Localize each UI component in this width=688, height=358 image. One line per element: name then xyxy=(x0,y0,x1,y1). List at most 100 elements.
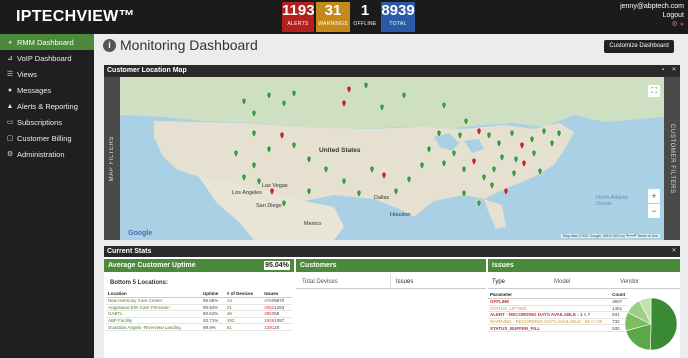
location-pin[interactable] xyxy=(556,129,562,138)
brand-logo[interactable]: IPTECHVIEW™ xyxy=(12,6,135,28)
location-pin[interactable] xyxy=(436,129,442,138)
location-pin[interactable] xyxy=(511,169,517,178)
location-cell[interactable]: Augustana Elm Care Princeton xyxy=(106,304,201,312)
location-pin[interactable] xyxy=(441,159,447,168)
location-pin[interactable] xyxy=(537,167,543,176)
location-pin[interactable] xyxy=(291,141,297,150)
location-pin[interactable] xyxy=(393,187,399,196)
location-cell[interactable]: New Harmony Care Center xyxy=(106,297,201,305)
tab-type[interactable]: Type xyxy=(492,279,505,285)
sidebar-item-administration[interactable]: ⚙ Administration xyxy=(0,146,94,162)
location-pin[interactable] xyxy=(496,139,502,148)
sidebar-item-alerts-reporting[interactable]: ▲ Alerts & Reporting xyxy=(0,98,94,114)
close-icon[interactable]: ✕ xyxy=(670,66,678,74)
settings-icon[interactable]: ⚙ xyxy=(672,21,678,28)
location-pin[interactable] xyxy=(341,99,347,108)
location-pin[interactable] xyxy=(356,189,362,198)
location-pin[interactable] xyxy=(251,129,257,138)
table-row[interactable]: New Harmony Care Center 99.95% 14 47608870 xyxy=(106,297,292,305)
zoom-in-button[interactable]: + xyxy=(648,189,660,203)
table-row[interactable]: Augustana Elm Care Princeton 90.94% 21 3352… xyxy=(106,304,292,312)
zoom-out-button[interactable]: − xyxy=(648,204,660,218)
location-pin[interactable] xyxy=(406,175,412,184)
tab-vendor[interactable]: Vendor xyxy=(620,279,639,285)
location-pin[interactable] xyxy=(457,131,463,140)
location-pin[interactable] xyxy=(256,177,262,186)
location-pin[interactable] xyxy=(401,91,407,100)
table-row[interactable]: STATUS_BUFFER_FILL 530 xyxy=(488,324,628,332)
location-pin[interactable] xyxy=(381,171,387,180)
location-pin[interactable] xyxy=(251,109,257,118)
location-pin[interactable] xyxy=(476,127,482,136)
parameter-cell[interactable]: STATUS_UPTIME xyxy=(488,305,611,313)
location-pin[interactable] xyxy=(341,177,347,186)
customize-dashboard-button[interactable]: Customize Dashboard xyxy=(604,40,674,53)
location-pin[interactable] xyxy=(306,155,312,164)
location-pin[interactable] xyxy=(233,149,239,158)
location-pin[interactable] xyxy=(369,165,375,174)
location-pin[interactable] xyxy=(426,145,432,154)
table-row[interactable]: ABP Facility 20.71% 192 19261057 xyxy=(106,317,292,325)
location-pin[interactable] xyxy=(379,103,385,112)
location-pin[interactable] xyxy=(531,149,537,158)
table-row[interactable]: OFFLINE 3607 xyxy=(488,298,628,306)
location-pin[interactable] xyxy=(489,181,495,190)
sidebar-item-messages[interactable]: ● Messages xyxy=(0,82,94,98)
location-pin[interactable] xyxy=(291,89,297,98)
map-canvas[interactable]: MAP FILTERS CUSTOMER FILTERS United Stat… xyxy=(104,77,680,240)
location-pin[interactable] xyxy=(509,129,515,138)
location-pin[interactable] xyxy=(363,81,369,90)
tab-total-devices[interactable]: Total Devices xyxy=(302,279,338,285)
location-pin[interactable] xyxy=(519,141,525,150)
notification-icon[interactable]: ● xyxy=(680,21,684,28)
location-pin[interactable] xyxy=(461,165,467,174)
location-pin[interactable] xyxy=(266,91,272,100)
location-pin[interactable] xyxy=(281,199,287,208)
location-pin[interactable] xyxy=(513,155,519,164)
location-pin[interactable] xyxy=(463,117,469,126)
location-pin[interactable] xyxy=(499,153,505,162)
table-row[interactable]: STATUS_UPTIME 1461 xyxy=(488,305,628,313)
table-row[interactable]: GABTL 80.64% 46 385058 xyxy=(106,310,292,318)
table-row[interactable]: Guardian Angels -Riverview Landing 99.9% 5… xyxy=(106,323,292,331)
pie-slice[interactable] xyxy=(650,297,678,351)
table-row[interactable]: WARNING - RECORDING DAYS AVAILABLE : 59 … xyxy=(488,318,628,326)
location-pin[interactable] xyxy=(419,161,425,170)
location-cell[interactable]: ABP Facility xyxy=(106,317,201,325)
location-pin[interactable] xyxy=(241,97,247,106)
location-pin[interactable] xyxy=(461,189,467,198)
logout-link[interactable]: Logout xyxy=(620,11,684,20)
location-pin[interactable] xyxy=(476,199,482,208)
location-pin[interactable] xyxy=(503,187,509,196)
tab-issues[interactable]: Issues xyxy=(396,279,413,285)
parameter-cell[interactable]: ALERT - RECORDING DAYS AVAILABLE : 1 < 7 xyxy=(488,311,611,319)
location-cell[interactable]: Guardian Angels -Riverview Landing xyxy=(106,323,201,331)
location-pin[interactable] xyxy=(269,187,275,196)
location-pin[interactable] xyxy=(451,149,457,158)
location-pin[interactable] xyxy=(491,165,497,174)
location-pin[interactable] xyxy=(441,101,447,110)
parameter-cell[interactable]: STATUS_BUFFER_FILL xyxy=(488,324,611,332)
location-pin[interactable] xyxy=(541,127,547,136)
offline-counter[interactable]: 1 OFFLINE xyxy=(352,2,378,32)
location-pin[interactable] xyxy=(241,173,247,182)
location-pin[interactable] xyxy=(481,173,487,182)
location-pin[interactable] xyxy=(266,145,272,154)
location-pin[interactable] xyxy=(486,131,492,140)
fullscreen-icon[interactable]: ⛶ xyxy=(648,85,660,97)
location-pin[interactable] xyxy=(346,85,352,94)
location-cell[interactable]: GABTL xyxy=(106,310,201,318)
close-icon[interactable]: ✕ xyxy=(670,247,678,255)
location-pin[interactable] xyxy=(549,139,555,148)
sidebar-item-subscriptions[interactable]: ▭ Subscriptions xyxy=(0,114,94,130)
location-pin[interactable] xyxy=(251,161,257,170)
sidebar-item-customer-billing[interactable]: ▢ Customer Billing xyxy=(0,130,94,146)
location-pin[interactable] xyxy=(521,159,527,168)
alerts-counter[interactable]: 1193 ALERTS xyxy=(282,2,315,32)
tab-model[interactable]: Model xyxy=(554,279,570,285)
location-pin[interactable] xyxy=(306,187,312,196)
sidebar-item-rmm-dashboard[interactable]: ◕ RMM Dashboard xyxy=(0,34,94,50)
location-pin[interactable] xyxy=(279,131,285,140)
location-pin[interactable] xyxy=(471,157,477,166)
parameter-cell[interactable]: WARNING - RECORDING DAYS AVAILABLE : 59 … xyxy=(488,318,611,326)
